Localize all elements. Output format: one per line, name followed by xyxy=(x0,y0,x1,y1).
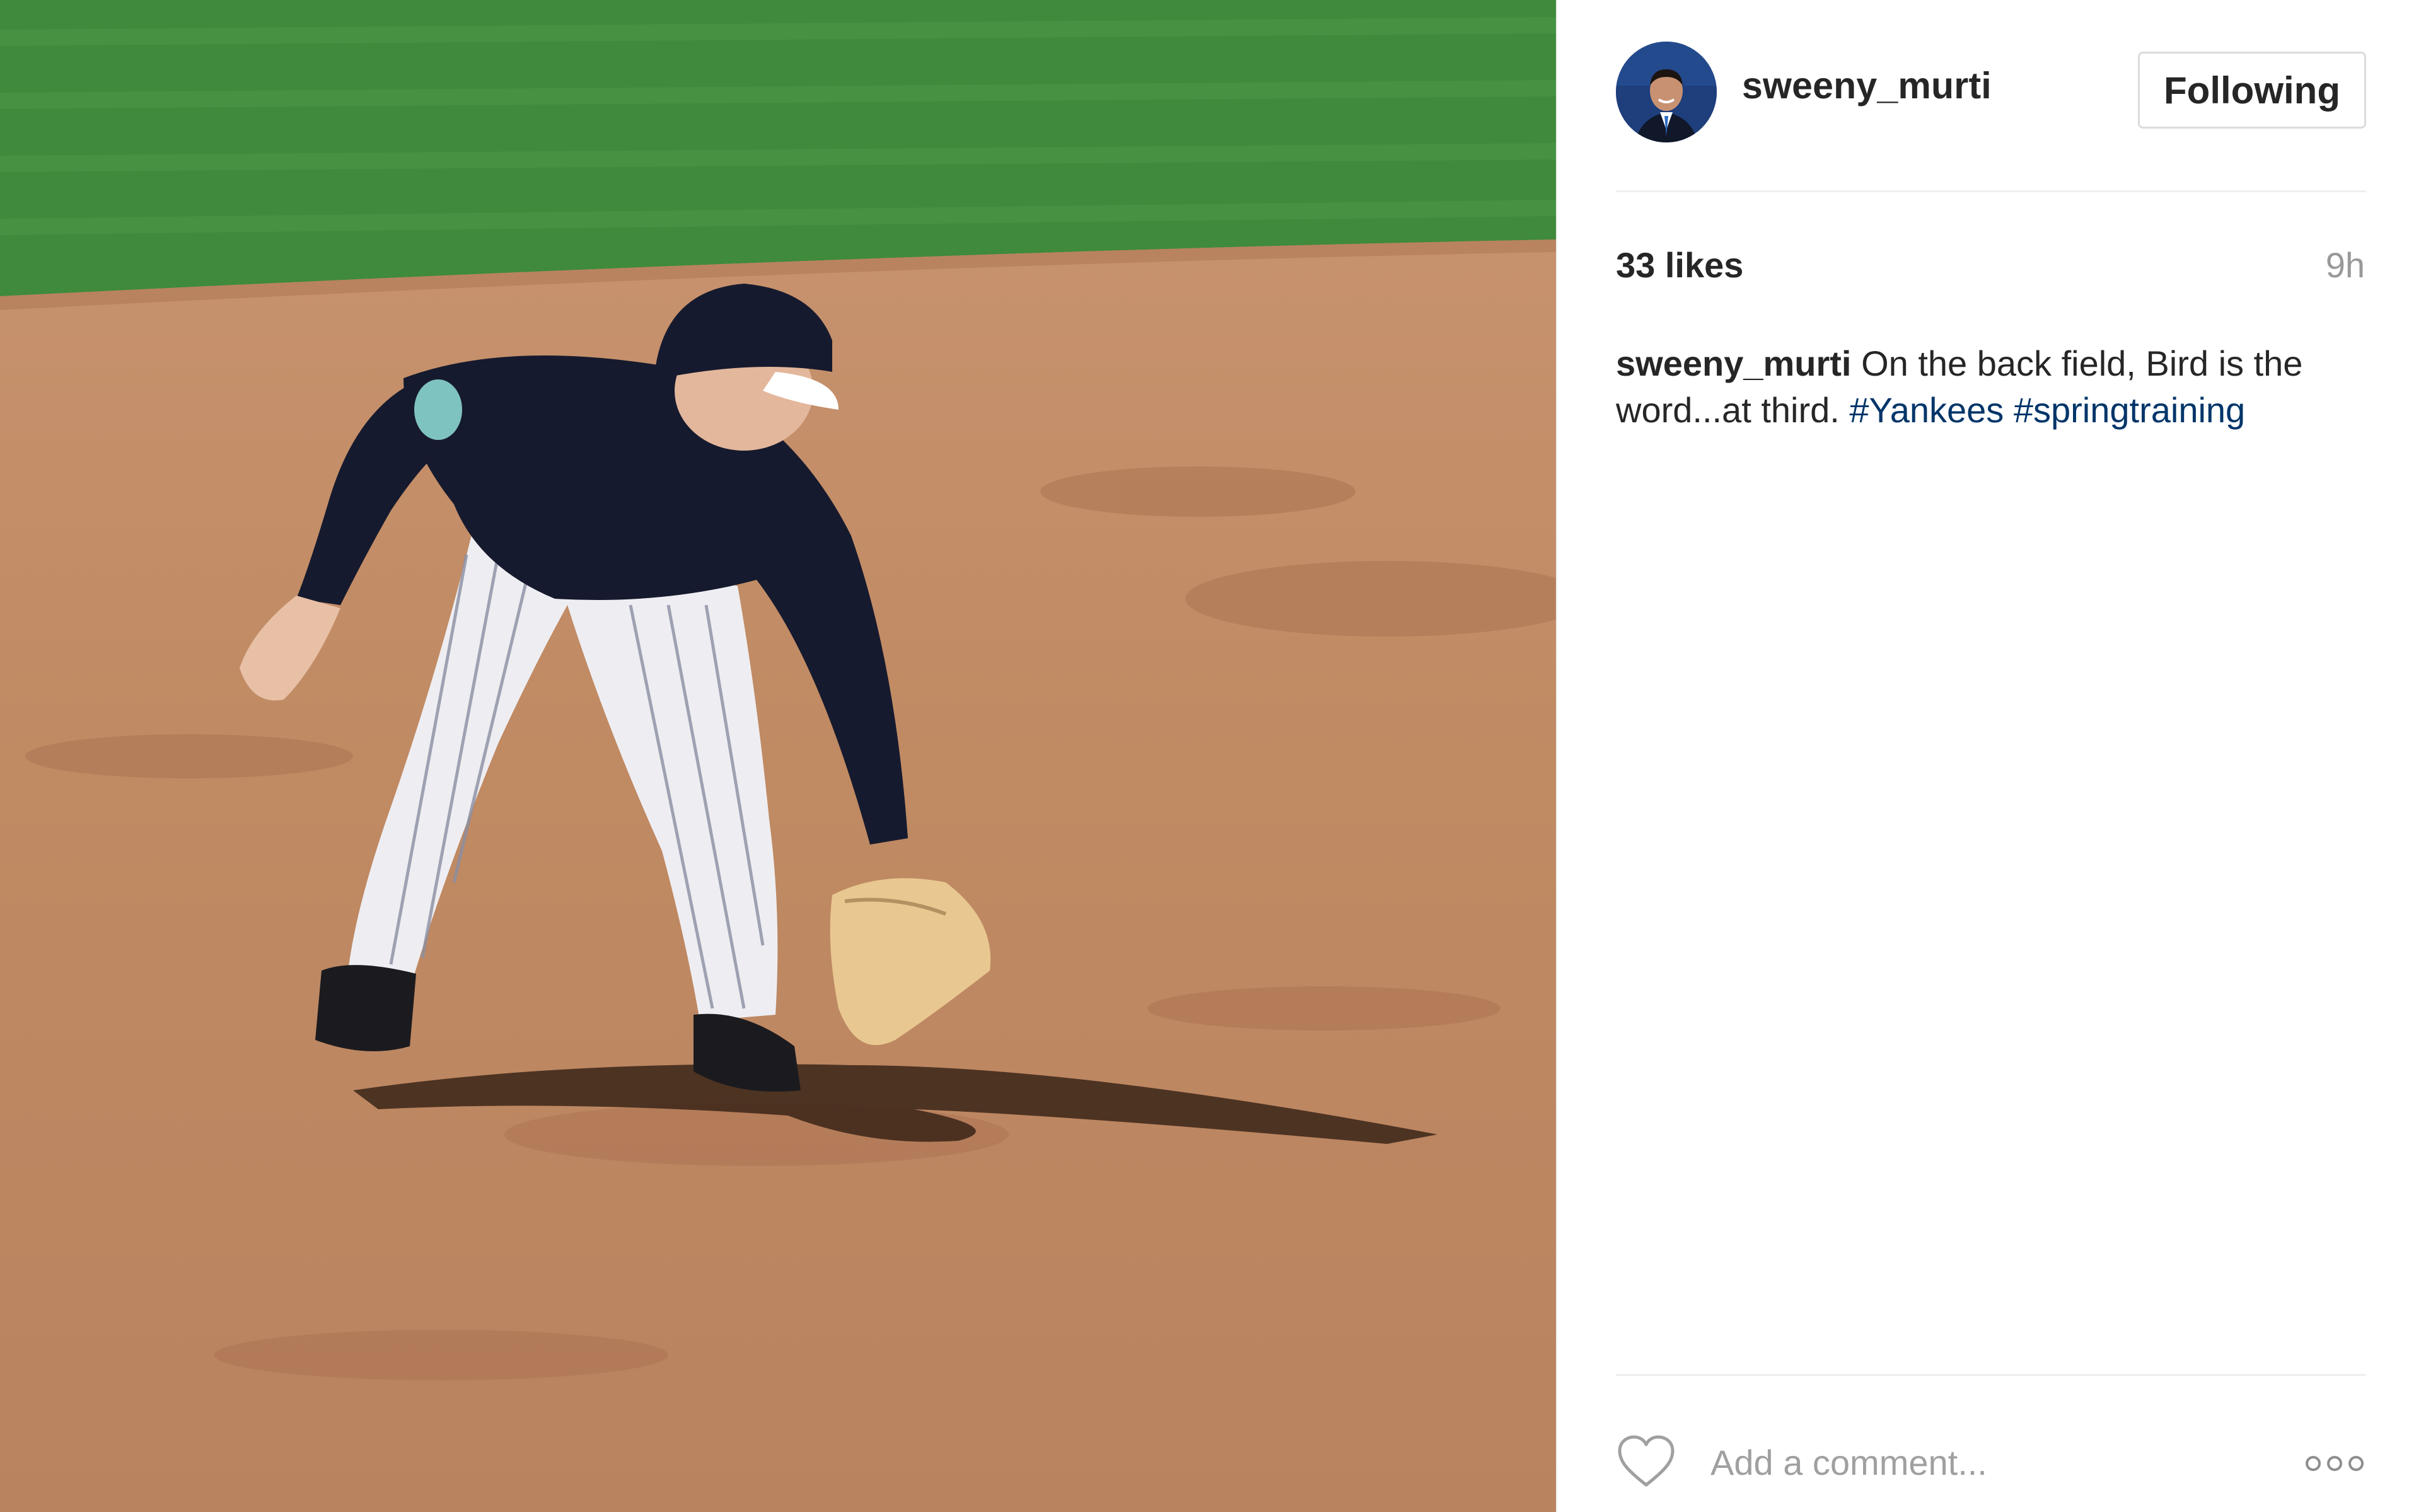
following-button[interactable]: Following xyxy=(2138,52,2366,129)
hashtag-yankees[interactable]: #Yankees xyxy=(1849,390,2004,430)
comment-bar xyxy=(1616,1424,2366,1500)
likes-count[interactable]: 33 likes xyxy=(1616,245,1743,286)
post-photo[interactable] xyxy=(0,0,1556,1512)
post-caption: sweeny_murti On the back field, Bird is … xyxy=(1616,340,2372,434)
post-sidebar: sweeny_murti Following 33 likes 9h sween… xyxy=(1556,0,2421,1512)
profile-avatar[interactable] xyxy=(1616,42,1717,142)
header-divider xyxy=(1616,190,2366,192)
heart-icon[interactable] xyxy=(1616,1433,1676,1489)
comment-divider xyxy=(1616,1374,2366,1376)
post-header: sweeny_murti Following xyxy=(1616,39,2366,142)
post-username[interactable]: sweeny_murti xyxy=(1742,64,1992,107)
caption-author[interactable]: sweeny_murti xyxy=(1616,343,1852,383)
comment-input[interactable] xyxy=(1710,1436,2278,1489)
post-timestamp[interactable]: 9h xyxy=(2326,245,2365,286)
hashtag-springtraining[interactable]: #springtraining xyxy=(2014,390,2245,430)
more-options-icon[interactable] xyxy=(2303,1451,2366,1476)
